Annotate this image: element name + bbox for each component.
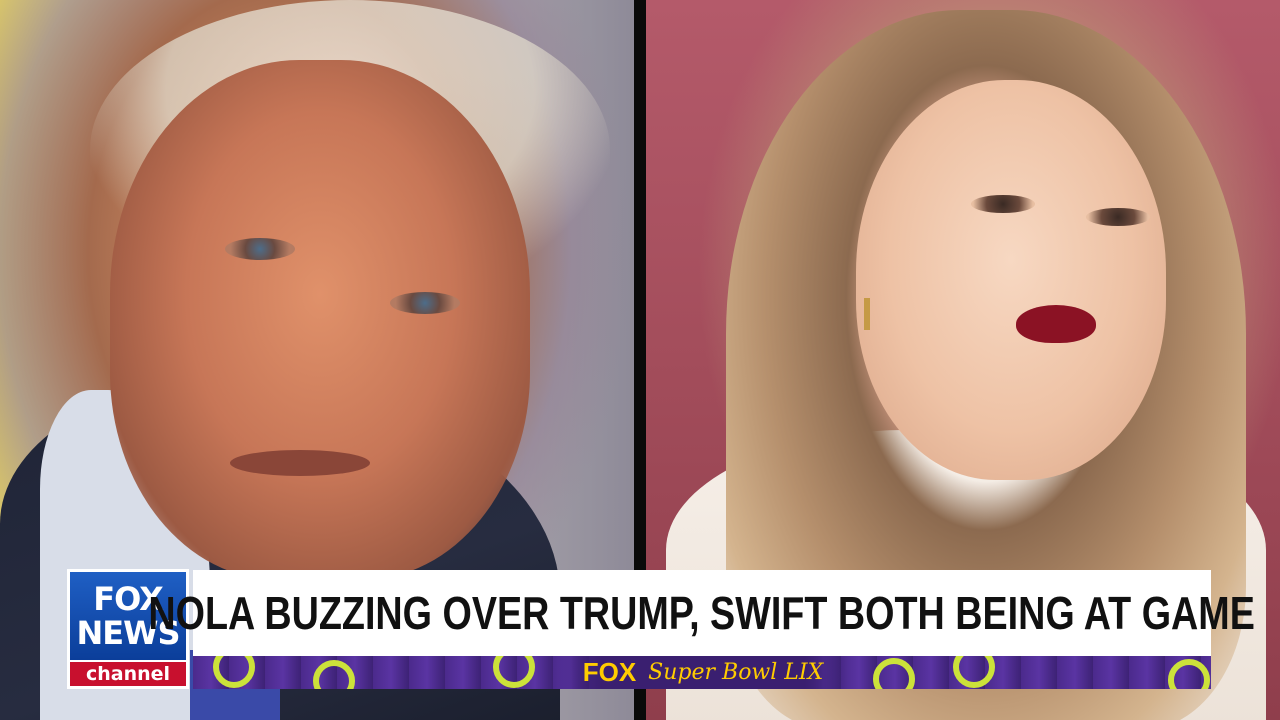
- headline-bar: NOLA BUZZING OVER TRUMP, SWIFT BOTH BEIN…: [149, 570, 1255, 656]
- decorative-circle-icon: [493, 656, 535, 688]
- logo-channel-label: channel: [70, 662, 186, 686]
- decorative-circle-icon: [953, 656, 995, 688]
- left-subject-eye: [390, 292, 460, 314]
- headline-text: NOLA BUZZING OVER TRUMP, SWIFT BOTH BEIN…: [148, 587, 1256, 639]
- decorative-circle-icon: [213, 656, 255, 688]
- decorative-circle-icon: [873, 658, 915, 689]
- decorative-circle-icon: [313, 660, 355, 689]
- event-branding-bar: FOX Super Bowl LIX: [193, 656, 1211, 689]
- ticker-event-name: Super Bowl LIX: [648, 660, 824, 685]
- left-subject-mouth: [230, 450, 370, 476]
- right-subject-face: [856, 80, 1166, 480]
- right-subject-lips: [1016, 305, 1096, 343]
- ticker-brand: FOX: [582, 657, 637, 687]
- left-subject-face: [110, 60, 530, 580]
- right-subject-eye: [971, 195, 1035, 213]
- event-branding-center: FOX Super Bowl LIX: [558, 656, 848, 689]
- left-subject-eye: [225, 238, 295, 260]
- right-subject-eye: [1086, 208, 1150, 226]
- decorative-circle-icon: [1168, 659, 1210, 689]
- cross-earring-icon: [864, 298, 870, 330]
